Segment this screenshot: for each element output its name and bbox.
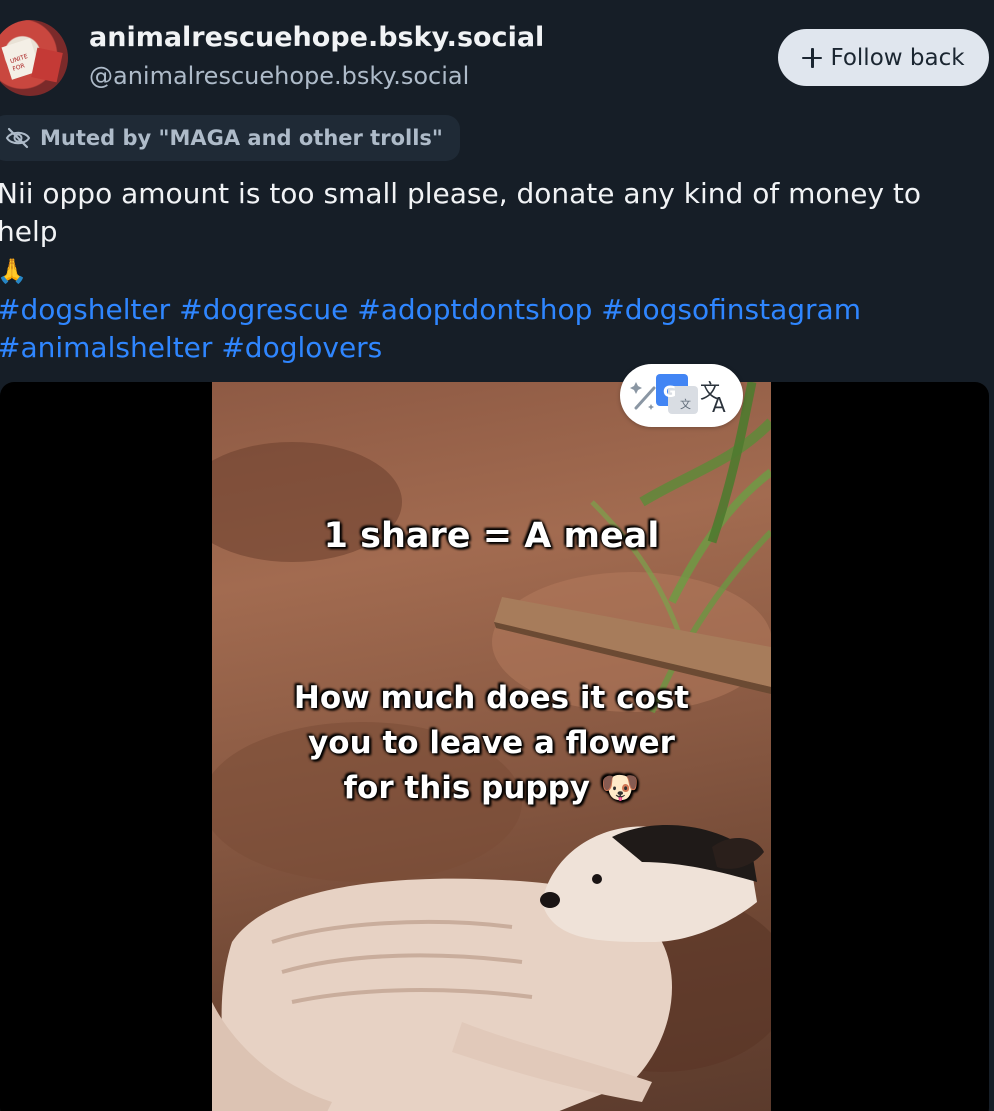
avatar[interactable]: UNITE FOR bbox=[0, 20, 68, 96]
hashtag-link[interactable]: #animalshelter bbox=[0, 331, 212, 364]
muted-badge[interactable]: Muted by "MAGA and other trolls" bbox=[0, 115, 460, 161]
author-display-name[interactable]: animalrescuehope.bsky.social bbox=[89, 22, 544, 53]
video-caption-2-line-1: How much does it cost bbox=[293, 680, 690, 716]
svg-text:G: G bbox=[663, 382, 676, 401]
video-caption-2-line-2: you to leave a flower bbox=[308, 725, 675, 761]
dog-face-emoji: 🐶 bbox=[600, 770, 640, 806]
author-handle[interactable]: @animalrescuehope.bsky.social bbox=[89, 62, 469, 90]
video-caption-2-line-3: for this puppy bbox=[343, 770, 591, 806]
follow-back-label: Follow back bbox=[830, 44, 965, 71]
translate-icon[interactable]: G 文 文 A bbox=[620, 364, 743, 427]
hashtag-list: #dogshelter #dogrescue #adoptdontshop #d… bbox=[0, 291, 987, 367]
hashtag-link[interactable]: #dogrescue bbox=[179, 293, 348, 326]
hashtag-link[interactable]: #dogshelter bbox=[0, 293, 170, 326]
svg-text:文: 文 bbox=[680, 397, 691, 411]
plus-icon bbox=[802, 47, 823, 68]
hashtag-link[interactable]: #adoptdontshop bbox=[357, 293, 592, 326]
follow-back-button[interactable]: Follow back bbox=[778, 29, 989, 86]
video-embed[interactable]: 1 share = A meal How much does it cost y… bbox=[0, 382, 989, 1111]
post-text: Nii oppo amount is too small please, don… bbox=[0, 177, 922, 248]
video-caption-1: 1 share = A meal bbox=[323, 516, 660, 556]
video-caption-2: How much does it cost you to leave a flo… bbox=[212, 676, 771, 811]
video-frame[interactable]: 1 share = A meal How much does it cost y… bbox=[212, 382, 771, 1111]
hashtag-link[interactable]: #doglovers bbox=[221, 331, 382, 364]
eye-off-icon bbox=[5, 127, 31, 149]
praying-hands-emoji: 🙏 bbox=[0, 257, 27, 285]
post-view: UNITE FOR animalrescuehope.bsky.social @… bbox=[0, 0, 994, 1111]
post-body: Nii oppo amount is too small please, don… bbox=[0, 175, 987, 290]
muted-label: Muted by "MAGA and other trolls" bbox=[40, 126, 443, 150]
hashtag-link[interactable]: #dogsofinstagram bbox=[601, 293, 861, 326]
svg-text:A: A bbox=[712, 393, 726, 417]
